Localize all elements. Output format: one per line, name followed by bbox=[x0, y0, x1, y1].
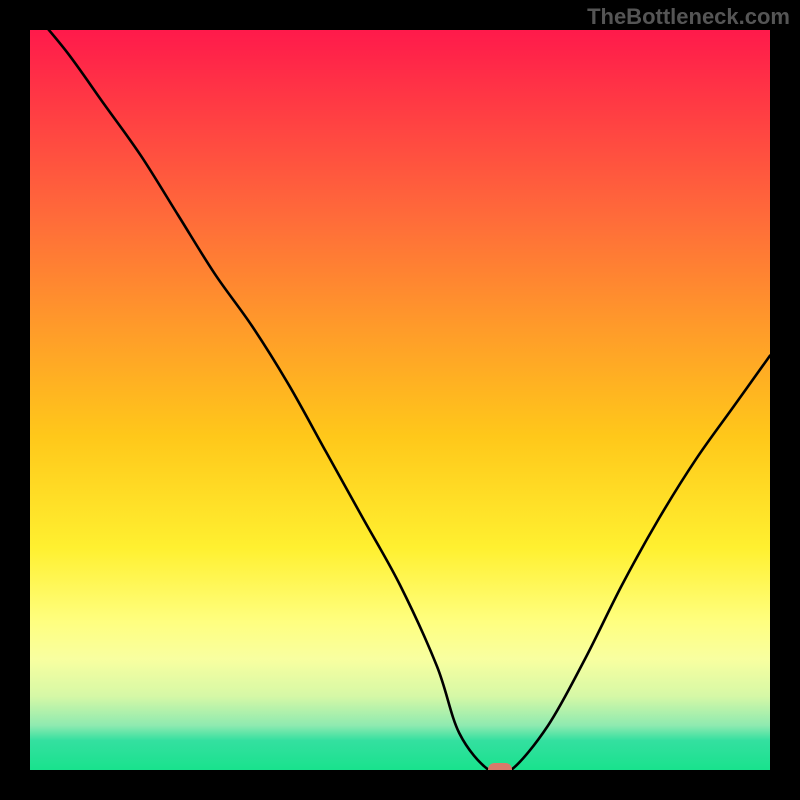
optimal-marker bbox=[488, 763, 512, 770]
plot-area bbox=[30, 30, 770, 770]
chart-frame: TheBottleneck.com bbox=[0, 0, 800, 800]
bottleneck-curve-path bbox=[30, 30, 770, 770]
watermark-text: TheBottleneck.com bbox=[587, 4, 790, 30]
bottleneck-curve-svg bbox=[30, 30, 770, 770]
